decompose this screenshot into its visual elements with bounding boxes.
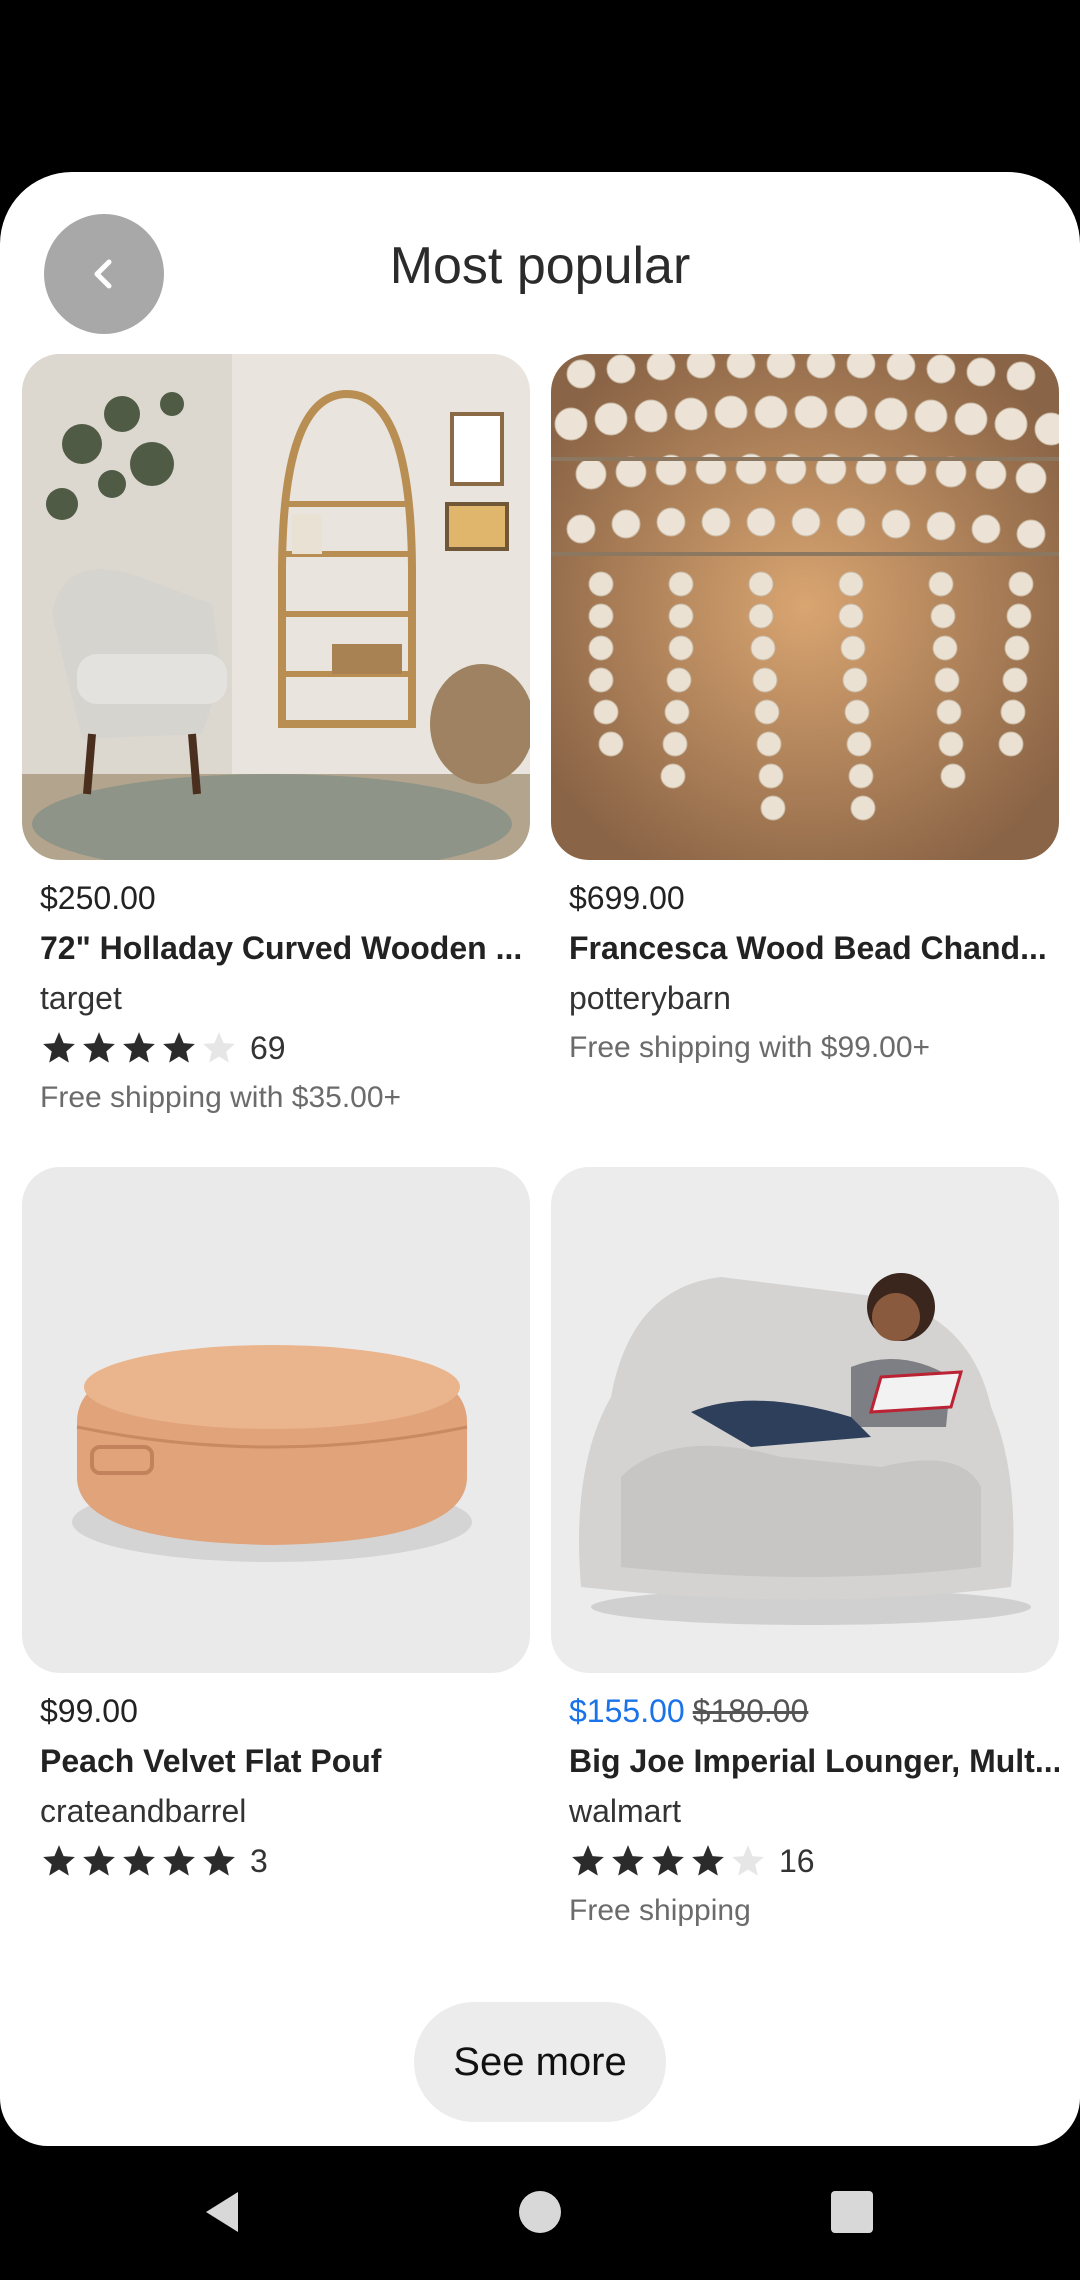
shipping-info: Free shipping with $35.00+ [40, 1081, 402, 1114]
product-price: $99.00 [40, 1693, 138, 1729]
star-filled-icon [203, 1845, 235, 1876]
star-filled-icon [163, 1032, 195, 1063]
page-title: Most popular [389, 237, 691, 295]
star-filled-icon [163, 1845, 195, 1876]
rating-count: 16 [779, 1842, 815, 1879]
system-nav-bar [0, 2146, 1080, 2280]
star-filled-icon [572, 1845, 604, 1876]
product-card[interactable]: $155.00 $180.00 Big Joe Imperial Lounger,… [551, 1167, 1059, 1931]
product-rating: 16 [569, 1841, 1059, 1881]
product-card[interactable]: $99.00 Peach Velvet Flat Pouf crateandba… [22, 1167, 530, 1881]
star-filled-icon [43, 1845, 75, 1876]
product-card[interactable]: $250.00 72" Holladay Curved Wooden ... t… [22, 354, 530, 1118]
product-name[interactable]: Francesca Wood Bead Chand... [569, 928, 1059, 968]
product-name[interactable]: Big Joe Imperial Lounger, Mult... [569, 1741, 1059, 1781]
product-rating: 3 [40, 1841, 530, 1881]
original-price: $180.00 [692, 1693, 809, 1729]
shipping-info: Free shipping [569, 1894, 751, 1927]
star-filled-icon [692, 1845, 724, 1876]
star-filled-icon [652, 1845, 684, 1876]
product-rating: 69 [40, 1028, 530, 1068]
triangle-back-icon[interactable] [198, 2186, 250, 2238]
product-name[interactable]: Peach Velvet Flat Pouf [40, 1741, 530, 1781]
shipping-info: Free shipping with $99.00+ [569, 1031, 931, 1064]
product-price: $250.00 [40, 880, 156, 916]
sale-price: $155.00 [569, 1693, 685, 1729]
star-filled-icon [123, 1032, 155, 1063]
product-store: target [40, 980, 122, 1016]
product-store: crateandbarrel [40, 1793, 247, 1829]
product-image[interactable] [22, 1167, 530, 1673]
star-filled-icon [43, 1032, 75, 1063]
product-card[interactable]: $699.00 Francesca Wood Bead Chand... pot… [551, 354, 1059, 1068]
bottom-sheet: Most popular $250.00 72" Holladay Curved… [0, 172, 1080, 2146]
star-filled-icon [83, 1032, 115, 1063]
product-image[interactable] [22, 354, 530, 860]
product-image[interactable] [551, 354, 1059, 860]
star-empty-icon [732, 1845, 764, 1876]
star-rating [40, 1842, 238, 1880]
product-store: potterybarn [569, 980, 731, 1016]
product-image[interactable] [551, 1167, 1059, 1673]
product-price: $699.00 [569, 880, 685, 916]
product-store: walmart [569, 1793, 682, 1829]
rating-count: 3 [250, 1842, 268, 1879]
square-recents-icon[interactable] [826, 2186, 878, 2238]
star-rating [40, 1029, 238, 1067]
see-more-button[interactable]: See more [414, 2002, 666, 2122]
star-filled-icon [612, 1845, 644, 1876]
circle-home-icon[interactable] [514, 2186, 566, 2238]
star-empty-icon [203, 1032, 235, 1063]
product-name[interactable]: 72" Holladay Curved Wooden ... [40, 928, 530, 968]
product-price: $155.00 $180.00 [569, 1691, 1059, 1731]
star-filled-icon [123, 1845, 155, 1876]
star-rating [569, 1842, 767, 1880]
star-filled-icon [83, 1845, 115, 1876]
rating-count: 69 [250, 1029, 286, 1066]
